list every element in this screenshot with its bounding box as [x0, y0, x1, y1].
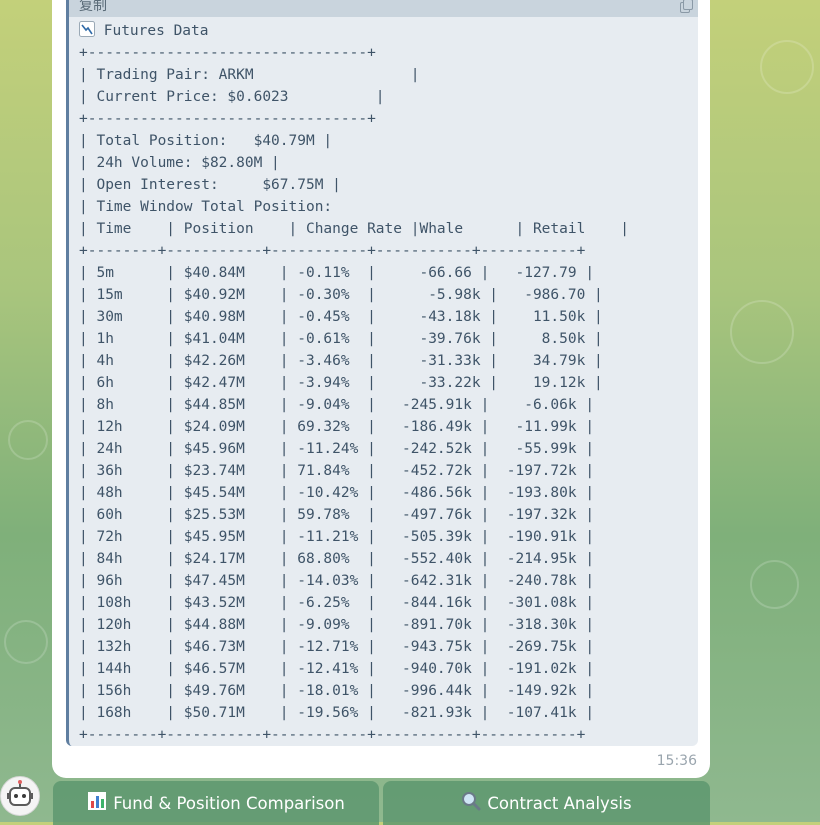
title-line: Futures Data: [79, 21, 209, 39]
code-line: | 168h | $50.71M | -19.56% | -821.93k | …: [79, 705, 595, 721]
message-time: 15:36: [656, 753, 697, 769]
background-doodle: [750, 560, 799, 609]
code-line: +--------------------------------+: [79, 45, 376, 61]
code-line: | 36h | $23.74M | 71.84% | -452.72k | -1…: [79, 463, 595, 479]
code-line: | Total Position: $40.79M |: [79, 133, 333, 149]
contract-analysis-label: Contract Analysis: [487, 793, 632, 813]
futures-table-text: Futures Data +--------------------------…: [79, 20, 629, 746]
fund-position-comparison-button[interactable]: Fund & Position Comparison: [53, 781, 379, 825]
code-line: | 4h | $42.26M | -3.46% | -31.33k | 34.7…: [79, 353, 603, 369]
code-line: | 30m | $40.98M | -0.45% | -43.18k | 11.…: [79, 309, 603, 325]
background-doodle: [4, 620, 48, 664]
code-line: | 120h | $44.88M | -9.09% | -891.70k | -…: [79, 617, 595, 633]
code-line: | 96h | $47.45M | -14.03% | -642.31k | -…: [79, 573, 595, 589]
code-line: | Trading Pair: ARKM |: [79, 67, 420, 83]
chart-down-icon: [79, 21, 95, 37]
code-line: +--------+-----------+-----------+------…: [79, 727, 586, 743]
message-bubble: 复制 Futures Data +-----------------------…: [52, 0, 710, 778]
code-line: | Time Window Total Position:: [79, 199, 333, 215]
code-line: | 48h | $45.54M | -10.42% | -486.56k | -…: [79, 485, 595, 501]
code-line: | 6h | $42.47M | -3.94% | -33.22k | 19.1…: [79, 375, 603, 391]
copy-label[interactable]: 复制: [79, 0, 107, 14]
background-doodle: [8, 420, 48, 460]
code-line: +--------------------------------+: [79, 111, 376, 127]
code-line: | Time | Position | Change Rate |Whale |…: [79, 221, 629, 237]
bot-avatar[interactable]: [0, 776, 40, 816]
code-line: | Open Interest: $67.75M |: [79, 177, 341, 193]
code-line: | 132h | $46.73M | -12.71% | -943.75k | …: [79, 639, 595, 655]
code-lines: +--------------------------------+ | Tra…: [79, 45, 629, 743]
fund-position-comparison-label: Fund & Position Comparison: [113, 793, 345, 813]
code-block-header: 复制: [69, 0, 698, 17]
code-line: +--------+-----------+-----------+------…: [79, 243, 586, 259]
code-block: 复制 Futures Data +-----------------------…: [66, 0, 698, 746]
code-line: | 8h | $44.85M | -9.04% | -245.91k | -6.…: [79, 397, 595, 413]
magnifier-icon: [461, 791, 481, 815]
code-line: | 156h | $49.76M | -18.01% | -996.44k | …: [79, 683, 595, 699]
contract-analysis-button[interactable]: Contract Analysis: [383, 781, 710, 825]
code-line: | 144h | $46.57M | -12.41% | -940.70k | …: [79, 661, 595, 677]
robot-icon: [7, 780, 33, 806]
code-line: | 60h | $25.53M | 59.78% | -497.76k | -1…: [79, 507, 595, 523]
message-title: Futures Data: [103, 23, 209, 39]
code-line: | 15m | $40.92M | -0.30% | -5.98k | -986…: [79, 287, 603, 303]
code-line: | Current Price: $0.6023 |: [79, 89, 385, 105]
bar-chart-icon: [87, 791, 107, 815]
background-doodle: [760, 40, 814, 94]
code-line: | 24h Volume: $82.80M |: [79, 155, 280, 171]
code-line: | 24h | $45.96M | -11.24% | -242.52k | -…: [79, 441, 595, 457]
code-line: | 5m | $40.84M | -0.11% | -66.66 | -127.…: [79, 265, 595, 281]
code-line: | 1h | $41.04M | -0.61% | -39.76k | 8.50…: [79, 331, 603, 347]
code-line: | 72h | $45.95M | -11.21% | -505.39k | -…: [79, 529, 595, 545]
code-line: | 108h | $43.52M | -6.25% | -844.16k | -…: [79, 595, 595, 611]
background-doodle: [730, 300, 794, 364]
code-line: | 84h | $24.17M | 68.80% | -552.40k | -2…: [79, 551, 595, 567]
copy-icon[interactable]: [680, 0, 693, 13]
code-line: | 12h | $24.09M | 69.32% | -186.49k | -1…: [79, 419, 595, 435]
